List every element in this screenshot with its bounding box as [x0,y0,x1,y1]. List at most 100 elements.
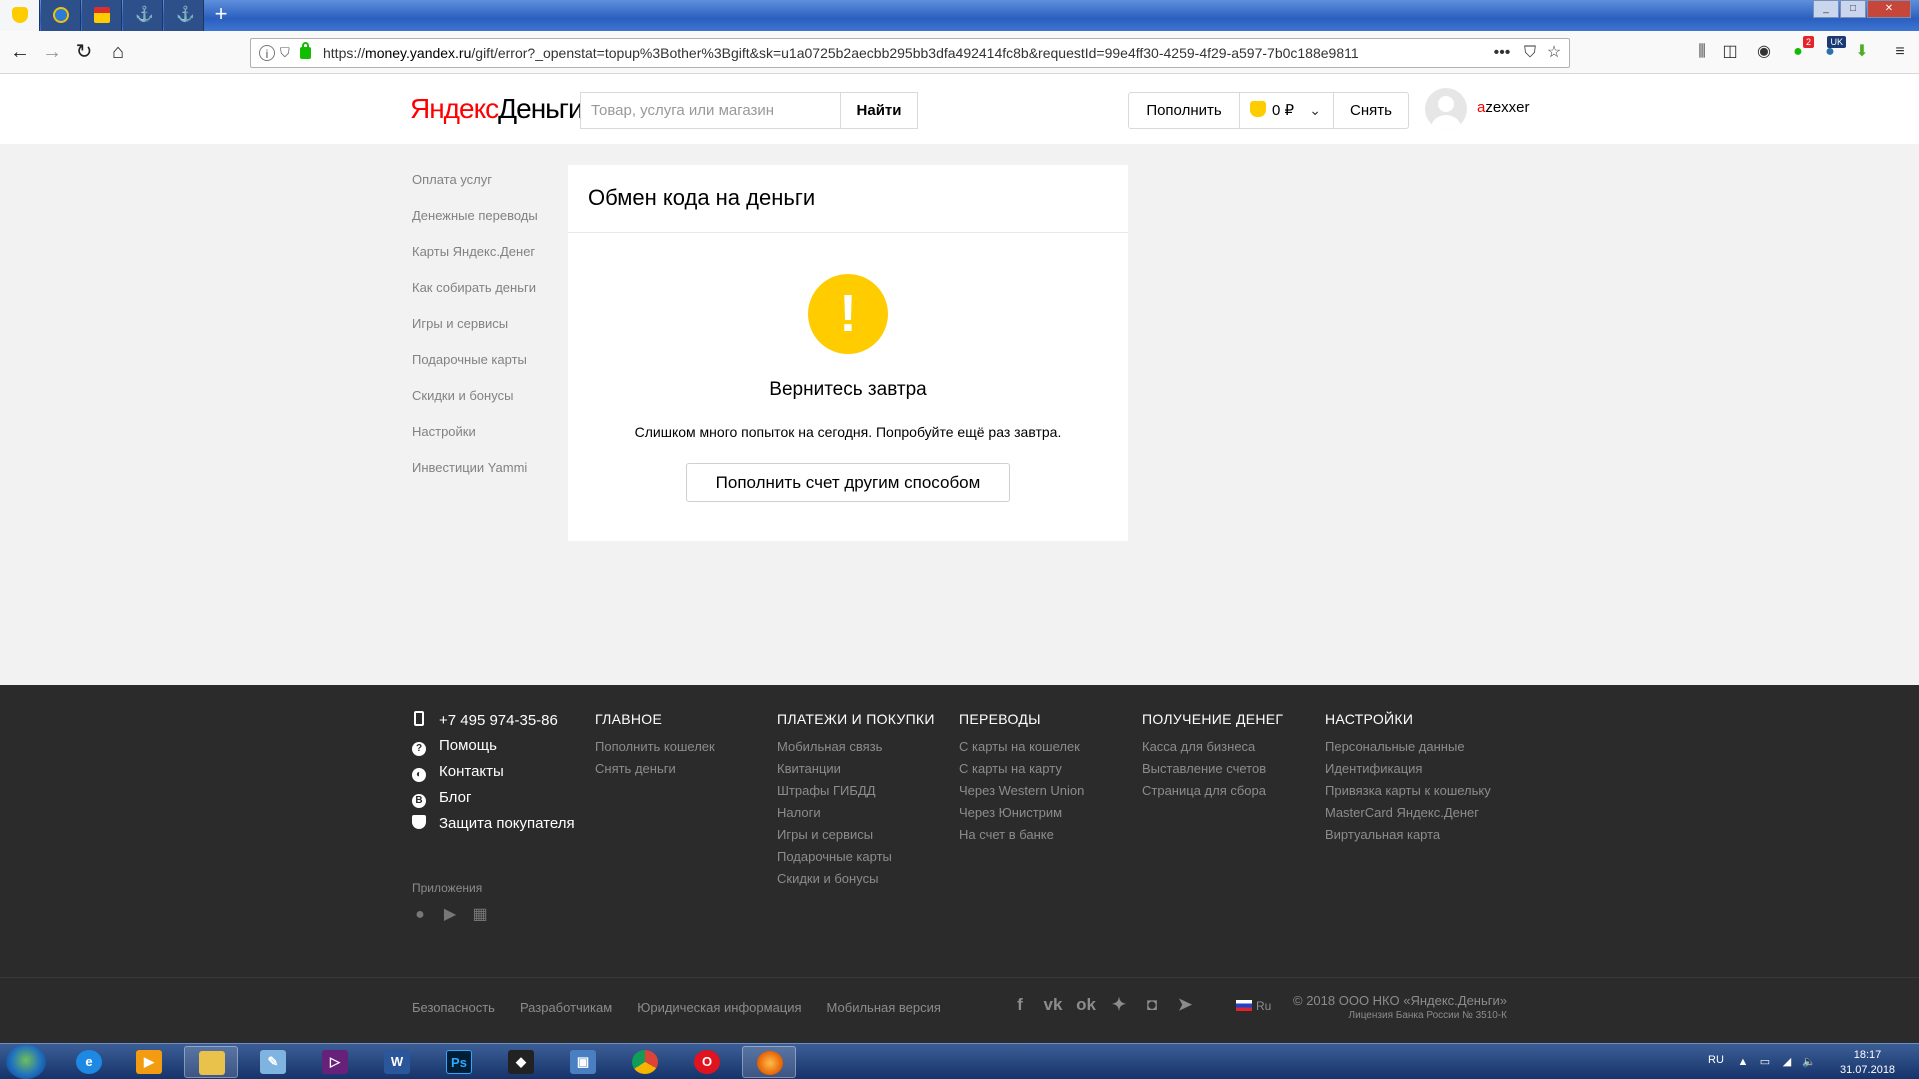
footer-link[interactable]: Пополнить кошелек [595,739,715,761]
taskbar-photoshop[interactable]: Ps [432,1046,486,1078]
footer-link[interactable]: Снять деньги [595,761,715,783]
address-bar[interactable]: i ⛉ https://money.yandex.ru/gift/error?_… [250,38,1570,68]
instagram-icon[interactable]: ◘ [1142,995,1162,1015]
keyboard-language[interactable]: RU [1708,1054,1724,1066]
abp-extension-icon[interactable]: ◉ [1752,40,1776,64]
network-icon[interactable]: ▭ [1758,1055,1772,1069]
footer-link[interactable]: MasterCard Яндекс.Денег [1325,805,1491,827]
telegram-icon[interactable]: ➤ [1175,995,1195,1015]
footer-link[interactable]: Через Western Union [959,783,1084,805]
footer-link[interactable]: Страница для сбора [1142,783,1283,805]
balance-dropdown[interactable]: 0 ₽ ⌄ [1239,92,1334,129]
windows-icon[interactable]: ▦ [472,907,488,923]
username-link[interactable]: azexxer [1477,99,1530,116]
avatar[interactable] [1425,88,1467,130]
taskbar-firefox[interactable] [742,1046,796,1078]
google-play-icon[interactable]: ▶ [442,907,458,923]
tray-app-icon[interactable]: ◢ [1780,1055,1794,1069]
sidebar-item-settings[interactable]: Настройки [412,424,562,460]
page-actions-icon[interactable]: ••• [1491,43,1513,65]
footer-link[interactable]: Скидки и бонусы [777,871,935,893]
phone-link[interactable]: +7 495 974-35-86 [412,711,575,737]
back-arrow-icon[interactable]: ← [6,39,34,67]
footer-link[interactable]: Выставление счетов [1142,761,1283,783]
legal-info-link[interactable]: Юридическая информация [637,1000,801,1015]
yandex-money-logo[interactable]: ЯндексДеньги [410,93,584,125]
pocket-icon[interactable]: ⛉ [1519,43,1541,65]
odnoklassniki-icon[interactable]: ok [1076,995,1096,1015]
sidebar-item-discounts[interactable]: Скидки и бонусы [412,388,562,424]
footer-link[interactable]: Подарочные карты [777,849,935,871]
sidebar-item-transfers[interactable]: Денежные переводы [412,208,562,244]
volume-icon[interactable]: 🔈 [1802,1055,1816,1069]
start-button[interactable] [6,1045,46,1079]
minimize-button[interactable]: _ [1813,0,1839,18]
footer-link[interactable]: Через Юнистрим [959,805,1084,827]
blog-link[interactable]: B Блог [412,789,575,815]
taskbar-media[interactable]: ▶ [122,1046,176,1078]
help-link[interactable]: ? Помощь [412,737,575,763]
clock[interactable]: 18:17 31.07.2018 [1840,1048,1895,1078]
library-icon[interactable]: ⫼ [1690,40,1714,64]
download-icon[interactable]: ⬇ [1850,40,1874,64]
topup-another-way-button[interactable]: Пополнить счет другим способом [686,463,1010,502]
footer-link[interactable]: С карты на кошелек [959,739,1084,761]
security-link[interactable]: Безопасность [412,1000,495,1015]
taskbar-network[interactable]: ▣ [556,1046,610,1078]
footer-link[interactable]: Виртуальная карта [1325,827,1491,849]
tab-4[interactable]: ⚓ [123,0,163,31]
footer-link[interactable]: Квитанции [777,761,935,783]
taskbar-explorer[interactable] [184,1046,238,1078]
menu-hamburger-icon[interactable]: ≡ [1888,40,1912,64]
taskbar-visual-studio[interactable]: ▷ [308,1046,362,1078]
topup-button[interactable]: Пополнить [1128,92,1240,129]
tab-5[interactable]: ⚓ [164,0,204,31]
footer-link[interactable]: Налоги [777,805,935,827]
forward-arrow-icon[interactable]: → [38,39,66,67]
twitter-icon[interactable]: ✦ [1109,995,1129,1015]
taskbar-opera[interactable]: O [680,1046,734,1078]
taskbar-unity[interactable]: ◆ [494,1046,548,1078]
taskbar-ie[interactable]: e [62,1046,116,1078]
footer-link[interactable]: Персональные данные [1325,739,1491,761]
footer-link[interactable]: Штрафы ГИБДД [777,783,935,805]
tab-2[interactable] [41,0,81,31]
taskbar-word[interactable]: W [370,1046,424,1078]
site-info-icon[interactable]: i [259,45,275,61]
vk-icon[interactable]: vk [1043,995,1063,1015]
footer-link[interactable]: Игры и сервисы [777,827,935,849]
footer-link[interactable]: Идентификация [1325,761,1491,783]
extension-icon[interactable]: ● 2 [1786,36,1814,64]
facebook-icon[interactable]: f [1010,995,1030,1015]
buyer-protection-link[interactable]: Защита покупателя [412,815,575,841]
new-tab-button[interactable]: + [209,3,233,27]
footer-link[interactable]: С карты на карту [959,761,1084,783]
footer-link[interactable]: Касса для бизнеса [1142,739,1283,761]
taskbar-paint[interactable]: ✎ [246,1046,300,1078]
home-icon[interactable]: ⌂ [104,39,132,67]
footer-link[interactable]: Мобильная связь [777,739,935,761]
language-switcher[interactable]: Ru [1236,999,1271,1013]
contacts-link[interactable]: ◐ Контакты [412,763,575,789]
sidebar-item-collect-money[interactable]: Как собирать деньги [412,280,562,316]
tab-yandex-money[interactable] [0,0,40,31]
sidebar-item-cards[interactable]: Карты Яндекс.Денег [412,244,562,280]
close-window-button[interactable]: ✕ [1867,0,1911,18]
footer-link[interactable]: На счет в банке [959,827,1084,849]
tray-expand-icon[interactable]: ▲ [1736,1055,1750,1069]
apple-icon[interactable]: ● [412,907,428,923]
sidebar-item-gift-cards[interactable]: Подарочные карты [412,352,562,388]
tracking-shield-icon[interactable]: ⛉ [280,45,294,61]
sidebar-item-investments[interactable]: Инвестиции Yammi [412,460,562,496]
mobile-version-link[interactable]: Мобильная версия [827,1000,941,1015]
developers-link[interactable]: Разработчикам [520,1000,612,1015]
taskbar-chrome[interactable] [618,1046,672,1078]
search-input[interactable]: Товар, услуга или магазин [580,92,840,129]
search-button[interactable]: Найти [840,92,918,129]
sidebar-item-games[interactable]: Игры и сервисы [412,316,562,352]
footer-link[interactable]: Привязка карты к кошельку [1325,783,1491,805]
translate-extension-icon[interactable]: ● UK [1818,36,1846,64]
url-text[interactable]: https://money.yandex.ru/gift/error?_open… [323,45,1359,61]
bookmark-star-icon[interactable]: ☆ [1543,43,1565,65]
tab-3[interactable] [82,0,122,31]
